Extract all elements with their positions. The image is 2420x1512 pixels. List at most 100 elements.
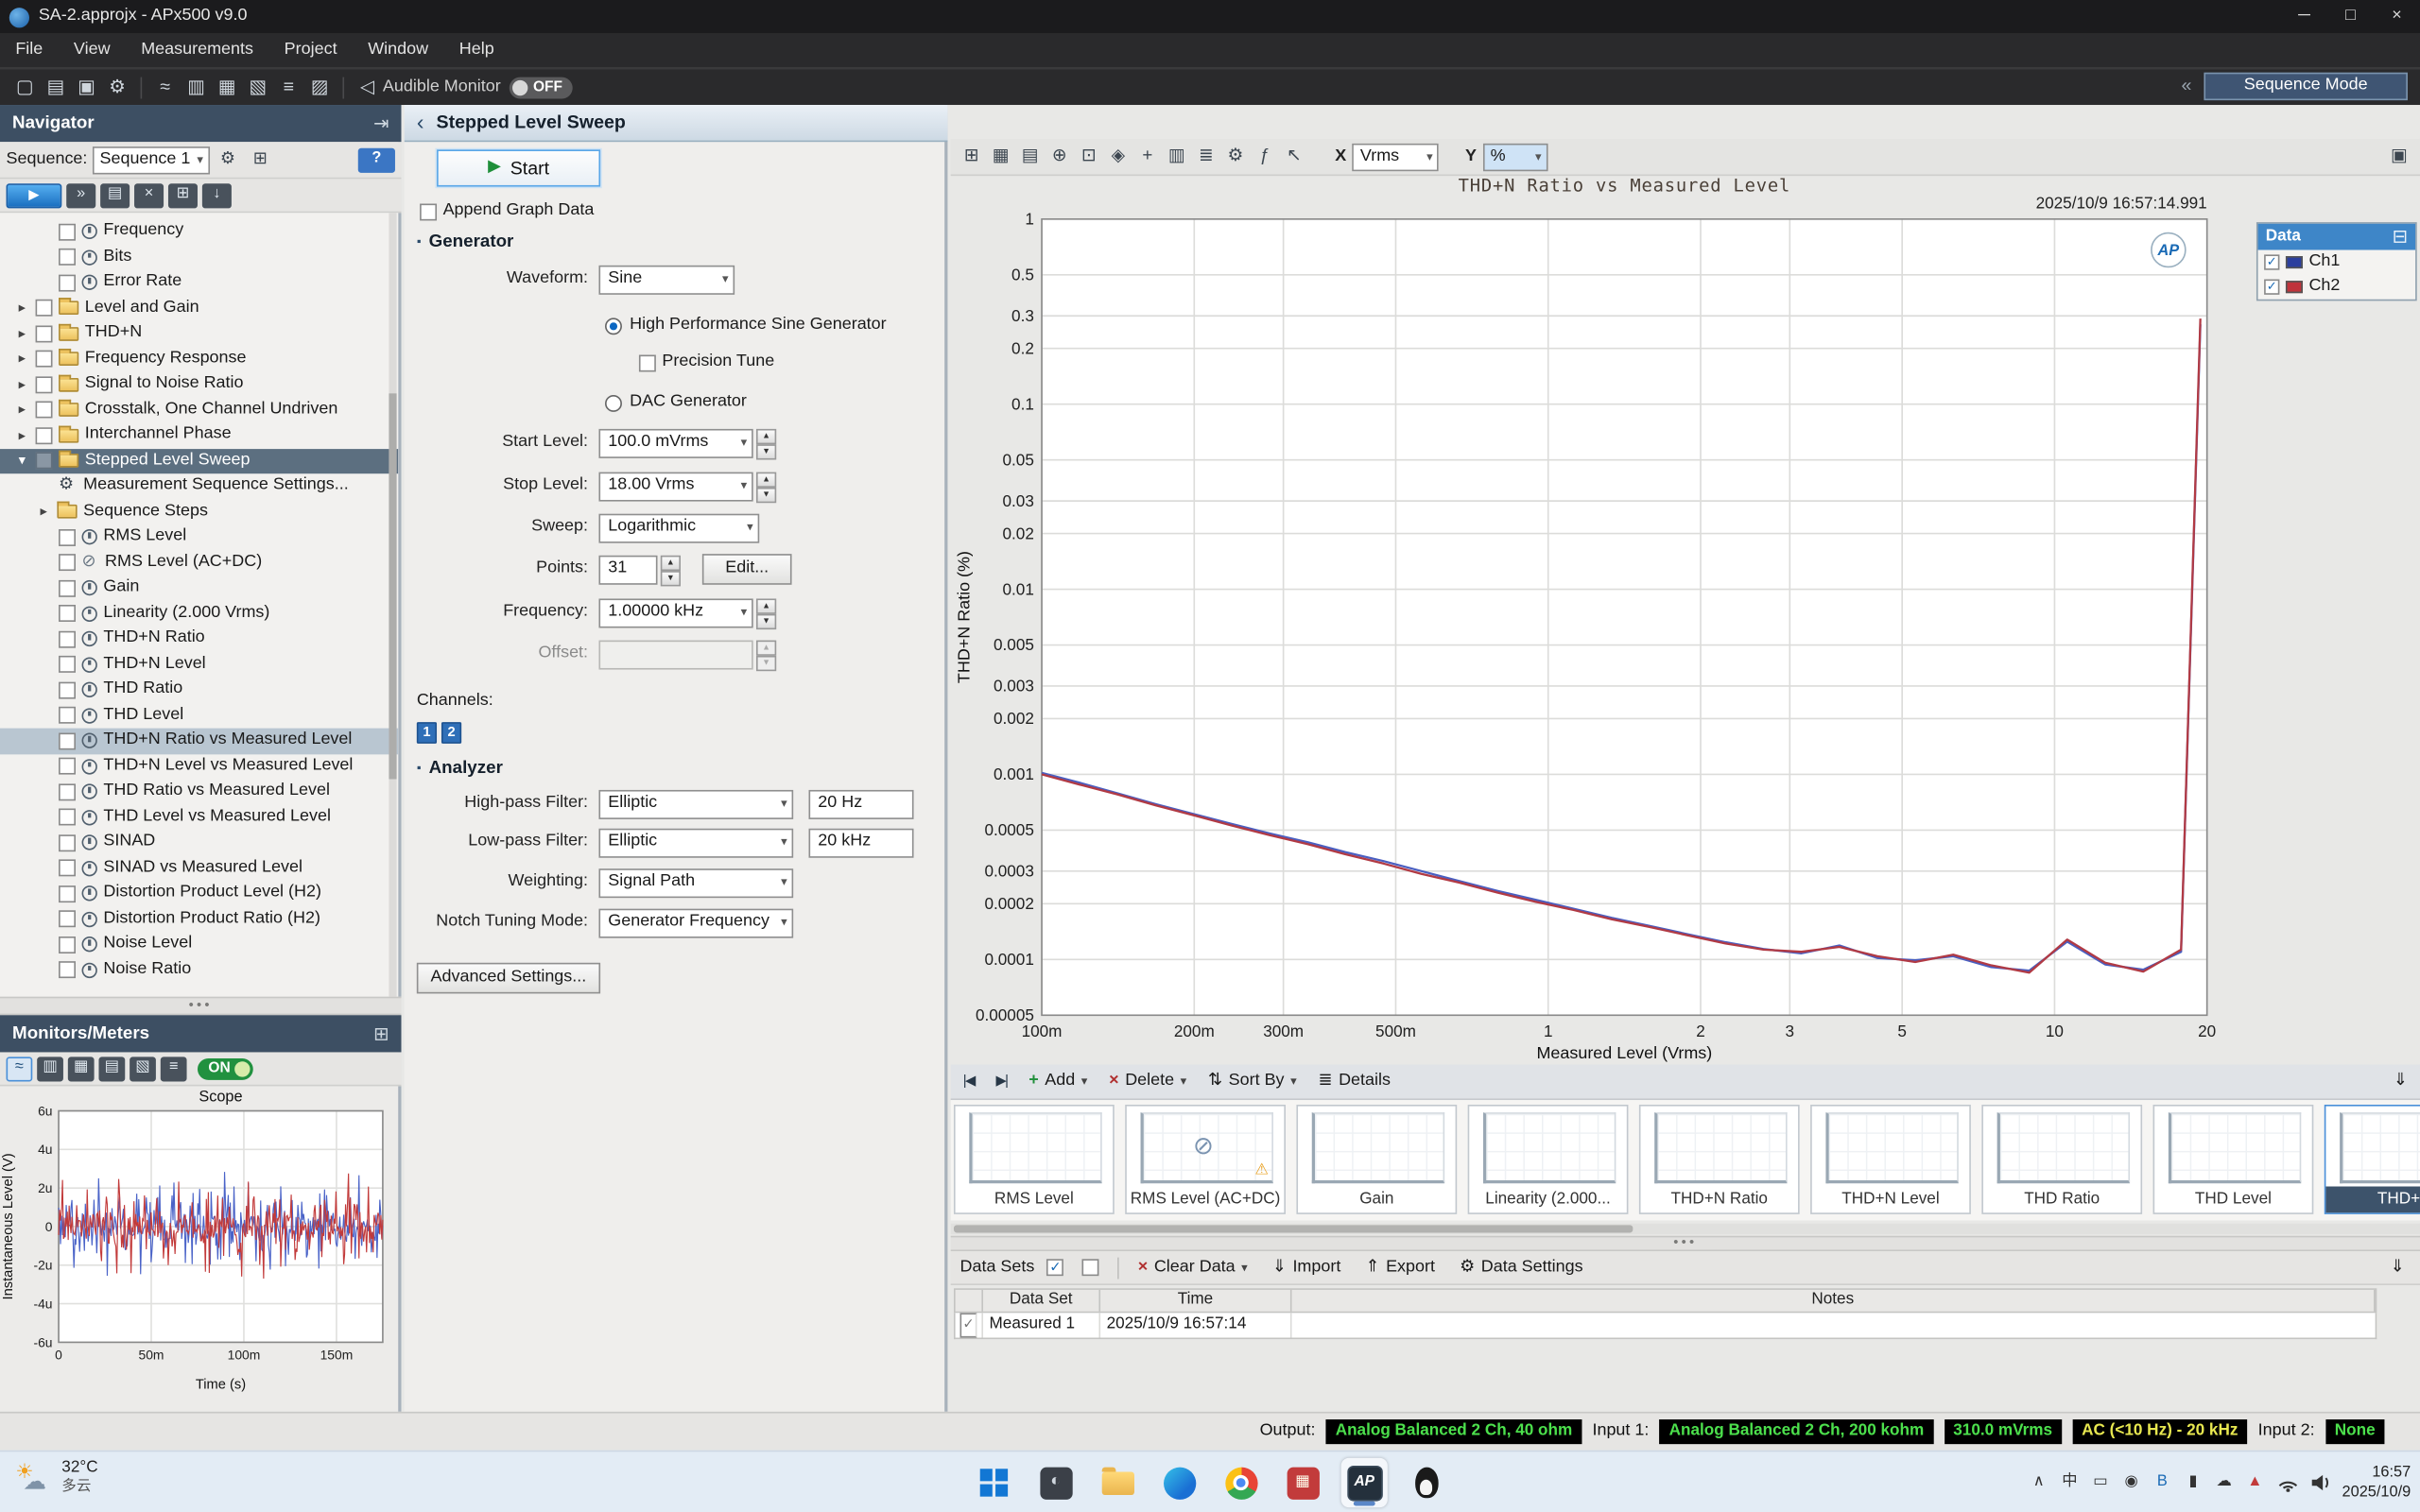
tree-item-thd-n-ratio[interactable]: THD+N Ratio: [0, 627, 398, 652]
tree-item-checkbox[interactable]: [59, 656, 76, 673]
maximize-button[interactable]: □: [2327, 0, 2374, 34]
chrome-browser[interactable]: [1218, 1458, 1264, 1507]
frequency-spinner[interactable]: ▲▼: [756, 598, 776, 627]
expand-arrow-icon[interactable]: ▸: [19, 351, 36, 368]
tree-item-rms-level-ac-dc[interactable]: ⊘RMS Level (AC+DC): [0, 550, 398, 576]
sweep-select[interactable]: Logarithmic: [598, 513, 759, 542]
meter-bars-icon[interactable]: ▦: [68, 1057, 95, 1081]
apx500-app[interactable]: AP: [1341, 1458, 1388, 1507]
channel-1-button[interactable]: 1: [417, 722, 437, 744]
back-icon[interactable]: ‹: [417, 110, 424, 137]
result-thumbnail-gain[interactable]: Gain: [1296, 1105, 1457, 1214]
tree-item-distortion-product-level-h2[interactable]: Distortion Product Level (H2): [0, 881, 398, 906]
zoom-fit-icon[interactable]: ⊡: [1074, 143, 1103, 170]
tree-item-checkbox[interactable]: [59, 860, 76, 877]
copy-graph-icon[interactable]: ⊞: [957, 143, 986, 170]
list-monitor-icon[interactable]: ≡: [161, 1057, 187, 1081]
thdn-vs-level-chart[interactable]: 100m200m300m500m1235102010.50.30.20.10.0…: [951, 207, 2238, 1065]
tree-item-thd-ratio[interactable]: THD Ratio: [0, 678, 398, 703]
tree-item-checkbox[interactable]: [59, 962, 76, 979]
level-meter-icon[interactable]: ▤: [98, 1057, 125, 1081]
graph-settings-icon[interactable]: ⚙: [1220, 143, 1250, 170]
tree-item-noise-level[interactable]: Noise Level: [0, 932, 398, 957]
expand-arrow-icon[interactable]: ▾: [19, 453, 36, 470]
tree-item-thd-n-ratio-vs-measured-level[interactable]: THD+N Ratio vs Measured Level: [0, 729, 398, 754]
results-splitter[interactable]: •••: [951, 1236, 2420, 1251]
navigator-splitter[interactable]: •••: [0, 997, 401, 1016]
open-project-icon[interactable]: ▤: [42, 74, 69, 101]
legend-menu-icon[interactable]: ⊟: [2393, 225, 2408, 248]
start-level-spinner[interactable]: ▲▼: [756, 428, 776, 457]
cloud-tray-icon[interactable]: ☁: [2214, 1472, 2234, 1494]
speaker-icon[interactable]: ◁: [354, 74, 381, 101]
waveform-select[interactable]: Sine: [598, 265, 735, 294]
tree-item-checkbox[interactable]: [36, 376, 53, 393]
tree-item-checkbox[interactable]: [59, 936, 76, 954]
scope-monitor-icon[interactable]: ≈: [7, 1057, 33, 1081]
zoom-in-icon[interactable]: ⊕: [1045, 143, 1074, 170]
channel-2-button[interactable]: 2: [441, 722, 461, 744]
expand-arrow-icon[interactable]: ▸: [19, 376, 36, 393]
tree-item-checkbox[interactable]: [59, 809, 76, 826]
abort-icon[interactable]: ×: [134, 182, 164, 207]
tree-item-checkbox[interactable]: [36, 402, 53, 419]
edge-browser[interactable]: [1156, 1458, 1202, 1507]
battery-tray-icon[interactable]: ▮: [2183, 1472, 2203, 1494]
collapse-toolbar-icon[interactable]: «: [2181, 74, 2191, 96]
graph-popout-icon[interactable]: ▣: [2384, 143, 2413, 170]
tree-item-checkbox[interactable]: [36, 427, 53, 444]
minimize-button[interactable]: ─: [2281, 0, 2327, 34]
tree-item-gain[interactable]: Gain: [0, 576, 398, 601]
scope-monitor-chart[interactable]: Scope6u4u2u0-2u-4u-6u050m100m150mTime (s…: [0, 1086, 401, 1403]
copy-step-icon[interactable]: ⊞: [168, 182, 198, 207]
first-result-button[interactable]: |◀: [957, 1068, 980, 1095]
menu-help[interactable]: Help: [443, 34, 510, 68]
layout-icon[interactable]: ▦: [986, 143, 1015, 170]
ime-indicator[interactable]: 中: [2060, 1472, 2080, 1494]
result-thumbnail-linearity-2-000[interactable]: Linearity (2.000...: [1468, 1105, 1629, 1214]
legend-checkbox[interactable]: ✓: [2264, 254, 2279, 269]
clear-data-button[interactable]: × Clear Data ▾: [1132, 1254, 1253, 1281]
expand-arrow-icon[interactable]: ▸: [40, 503, 57, 520]
sequence-mode-button[interactable]: Sequence Mode: [2204, 73, 2408, 100]
save-datasets-icon[interactable]: ⇓: [2384, 1254, 2411, 1281]
dock-icon[interactable]: ⇥: [373, 112, 389, 134]
taskbar-weather-widget[interactable]: ☀ ☁ 32°C 多云: [15, 1458, 97, 1497]
signal-monitor-icon[interactable]: ≈: [151, 74, 179, 101]
grid-icon[interactable]: ▥: [1162, 143, 1191, 170]
data-view-icon[interactable]: ≡: [275, 74, 302, 101]
y-axis-unit-select[interactable]: %: [1482, 143, 1547, 170]
bar-graph-icon[interactable]: ▧: [244, 74, 271, 101]
append-graph-data-checkbox[interactable]: [420, 203, 437, 220]
insert-step-icon[interactable]: ↓: [202, 182, 232, 207]
sort-by-button[interactable]: ⇅ Sort By ▾: [1202, 1068, 1304, 1095]
points-input[interactable]: 31: [598, 555, 657, 584]
print-icon[interactable]: ▤: [1015, 143, 1045, 170]
result-thumbnail-rms-level[interactable]: RMS Level: [954, 1105, 1115, 1214]
sweep-panel-icon[interactable]: ▦: [213, 74, 240, 101]
precision-tune-checkbox[interactable]: [639, 354, 656, 371]
menu-project[interactable]: Project: [268, 34, 353, 68]
tree-item-checkbox[interactable]: [59, 274, 76, 291]
new-project-icon[interactable]: ▢: [10, 74, 38, 101]
last-result-button[interactable]: ▶|: [990, 1068, 1013, 1095]
monitor-on-toggle[interactable]: ON: [198, 1057, 253, 1079]
legend-checkbox[interactable]: ✓: [2264, 280, 2279, 295]
dataset-table-row[interactable]: Measured 1 2025/10/9 16:57:14: [954, 1313, 2377, 1339]
save-project-icon[interactable]: ▣: [73, 74, 100, 101]
bluetooth-tray-icon[interactable]: B: [2152, 1472, 2172, 1494]
tree-item-checkbox[interactable]: [36, 351, 53, 368]
advanced-settings-button[interactable]: Advanced Settings...: [417, 963, 600, 994]
thd-monitor-icon[interactable]: ▧: [130, 1057, 156, 1081]
crosshair-icon[interactable]: +: [1132, 143, 1162, 170]
start-button[interactable]: [971, 1458, 1017, 1507]
tray-expand-icon[interactable]: ∧: [2029, 1472, 2048, 1494]
tree-item-rms-level[interactable]: RMS Level: [0, 524, 398, 550]
sequence-list-icon[interactable]: ▤: [100, 182, 130, 207]
tree-item-level-and-gain[interactable]: ▸Level and Gain: [0, 296, 398, 321]
tree-item-thd-n-level[interactable]: THD+N Level: [0, 652, 398, 678]
frequency-input[interactable]: 1.00000 kHz: [598, 598, 752, 627]
x-axis-unit-select[interactable]: Vrms: [1353, 143, 1439, 170]
stop-level-input[interactable]: 18.00 Vrms: [598, 472, 752, 501]
hp-filter-select[interactable]: Elliptic: [598, 789, 793, 818]
